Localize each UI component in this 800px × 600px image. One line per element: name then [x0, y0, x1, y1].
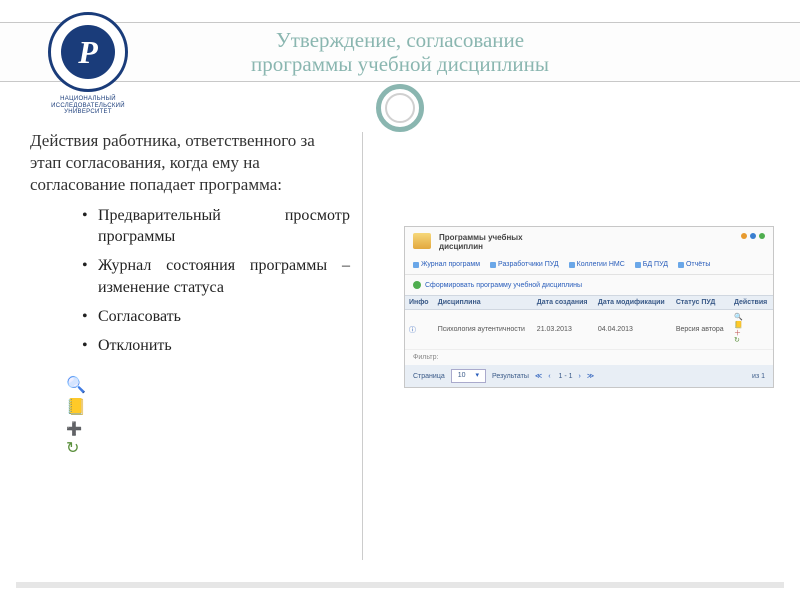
bullet-icons-column: 🔍 📒 ➕ ↻	[66, 378, 90, 463]
cell-created: 21.03.2013	[533, 310, 594, 350]
bullet-item: Согласовать	[82, 306, 350, 327]
tab-db[interactable]: БД ПУД	[635, 261, 668, 268]
table-row: ⓘ Психология аутентичности 21.03.2013 04…	[405, 310, 773, 350]
pager-next-icons[interactable]: › ≫	[579, 372, 597, 380]
cell-info[interactable]: ⓘ	[405, 310, 434, 350]
programs-table: Инфо Дисциплина Дата создания Дата модиф…	[405, 295, 773, 350]
cell-modified: 04.04.2013	[594, 310, 672, 350]
journal-icon: 📒	[66, 400, 90, 416]
left-column: Действия работника, ответственного за эт…	[30, 130, 350, 364]
plus-icon: ➕	[66, 422, 90, 435]
hse-logo-icon: Р	[48, 12, 128, 92]
chevron-down-icon: ▾	[476, 370, 480, 382]
create-program-link[interactable]: Сформировать программу учебной дисциплин…	[405, 275, 773, 295]
row-magnifier-icon[interactable]: 🔍	[734, 314, 769, 322]
pager-results-label: Результаты	[492, 373, 529, 380]
pager-page-label: Страница	[413, 373, 445, 380]
pager-total: из 1	[752, 373, 765, 380]
col-actions: Действия	[730, 296, 773, 310]
tab-collegium[interactable]: Коллегии НМС	[569, 261, 625, 268]
dot-blue-icon	[750, 233, 756, 239]
intro-paragraph: Действия работника, ответственного за эт…	[30, 130, 350, 195]
row-refresh-icon[interactable]: ↻	[734, 337, 769, 345]
tab-journal[interactable]: Журнал программ	[413, 261, 480, 268]
header-status-dots	[741, 233, 765, 239]
cell-discipline: Психология аутентичности	[434, 310, 533, 350]
tab-developers[interactable]: Разработчики ПУД	[490, 261, 559, 268]
page-select[interactable]: 10 ▾	[451, 369, 486, 383]
dot-orange-icon	[741, 233, 747, 239]
bullet-item: Отклонить	[82, 335, 350, 356]
slide: Утверждение, согласование программы учеб…	[0, 0, 800, 600]
bullet-item: Предварительный просмотр программы	[82, 205, 350, 247]
refresh-icon: ↻	[66, 441, 90, 457]
row-journal-icon[interactable]: 📒	[734, 322, 769, 330]
col-discipline: Дисциплина	[434, 296, 533, 310]
cell-status: Версия автора	[672, 310, 730, 350]
logo-block: Р НАЦИОНАЛЬНЫЙ ИССЛЕДОВАТЕЛЬСКИЙ УНИВЕРС…	[28, 12, 148, 116]
col-status: Статус ПУД	[672, 296, 730, 310]
row-plus-icon[interactable]: ＋	[734, 330, 769, 338]
col-modified: Дата модификации	[594, 296, 672, 310]
col-info: Инфо	[405, 296, 434, 310]
pager-bar: Страница 10 ▾ Результаты ≪ ‹ 1 - 1 › ≫ и…	[405, 365, 773, 387]
dot-green-icon	[759, 233, 765, 239]
tab-reports[interactable]: Отчёты	[678, 261, 710, 268]
embedded-screenshot: Программы учебных дисциплин Журнал прогр…	[404, 226, 774, 388]
vertical-divider	[362, 132, 363, 560]
pager-prev-icons[interactable]: ≪ ‹	[535, 372, 553, 380]
footer-band	[16, 582, 784, 588]
right-column: Программы учебных дисциплин Журнал прогр…	[404, 226, 774, 388]
pager-range: 1 - 1	[559, 373, 573, 380]
bullet-list: Предварительный просмотр программы Журна…	[82, 205, 350, 356]
bullet-item: Журнал состояния программы – изменение с…	[82, 255, 350, 297]
title-line1: Утверждение, согласование	[276, 28, 524, 52]
cell-actions[interactable]: 🔍 📒 ＋ ↻	[730, 310, 773, 350]
logo-letter: Р	[61, 25, 115, 79]
magnifier-icon: 🔍	[66, 378, 90, 394]
filter-row: Фильтр:	[405, 350, 773, 365]
screenshot-heading: Программы учебных дисциплин	[439, 233, 523, 251]
screenshot-tabs: Журнал программ Разработчики ПУД Коллеги…	[405, 257, 773, 275]
title-line2: программы учебной дисциплины	[251, 52, 549, 76]
logo-caption: НАЦИОНАЛЬНЫЙ ИССЛЕДОВАТЕЛЬСКИЙ УНИВЕРСИТ…	[28, 96, 148, 116]
folder-icon	[413, 233, 431, 249]
col-created: Дата создания	[533, 296, 594, 310]
slide-title: Утверждение, согласование программы учеб…	[251, 28, 549, 76]
decorative-ring-icon	[376, 84, 424, 132]
